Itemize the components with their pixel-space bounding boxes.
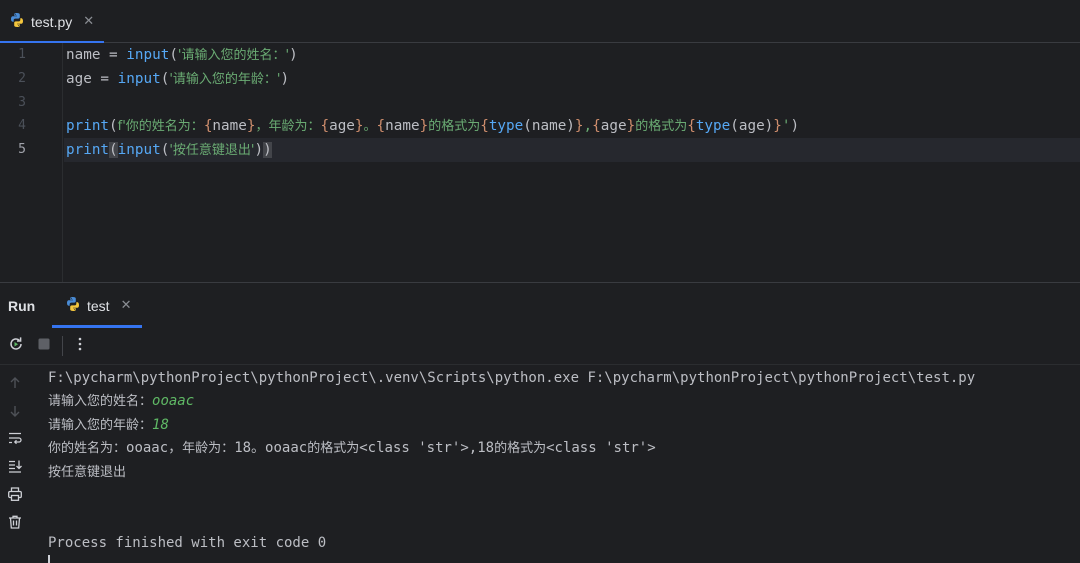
scroll-to-end-button[interactable] — [5, 458, 25, 478]
more-options-button[interactable] — [70, 336, 90, 356]
run-toolbar — [0, 327, 1080, 365]
clear-all-button[interactable] — [5, 514, 25, 534]
python-file-icon — [9, 12, 25, 32]
console-line-name-prompt: 请输入您的姓名：ooaac — [48, 393, 195, 409]
code-line-1[interactable]: name = input('请输入您的姓名：') — [66, 43, 298, 67]
scroll-to-end-icon — [7, 458, 23, 478]
arrow-down-icon — [8, 403, 22, 422]
stop-icon — [36, 336, 52, 356]
line-number: 4 — [18, 118, 26, 133]
run-tab-test[interactable]: test ✕ — [52, 283, 142, 328]
console-caret — [48, 555, 50, 563]
editor-tab-bar: test.py ✕ — [0, 0, 1080, 44]
run-panel-title: Run — [8, 298, 36, 314]
console-process-finished: Process finished with exit code 0 — [48, 535, 327, 551]
console-line-exit-prompt: 按任意键退出 — [48, 465, 127, 480]
code-editor[interactable]: 1 2 3 4 5 name = input('请输入您的姓名：') age =… — [0, 43, 1080, 282]
line-number: 2 — [18, 71, 26, 86]
rerun-button[interactable] — [6, 336, 26, 356]
soft-wrap-icon — [7, 430, 23, 450]
console-command-line: F:\pycharm\pythonProject\pythonProject\.… — [48, 370, 976, 386]
print-button[interactable] — [5, 486, 25, 506]
print-icon — [7, 486, 23, 506]
code-line-5[interactable]: print(input('按任意键退出')) — [66, 138, 272, 162]
console-side-toolbar — [0, 365, 32, 563]
console-user-input: 18 — [152, 417, 169, 433]
run-tab-label: test — [87, 297, 110, 314]
close-icon[interactable]: ✕ — [121, 298, 132, 313]
toolbar-separator — [62, 336, 63, 356]
console-line-age-prompt: 请输入您的年龄：18 — [48, 417, 169, 433]
python-file-icon — [65, 296, 81, 316]
console-user-input: ooaac — [152, 393, 195, 409]
editor-tab-test-py[interactable]: test.py ✕ — [0, 0, 104, 44]
stop-button[interactable] — [34, 336, 54, 356]
trash-icon — [7, 514, 23, 534]
soft-wrap-button[interactable] — [5, 430, 25, 450]
next-occurrence-button[interactable] — [5, 402, 25, 422]
line-number-current: 5 — [18, 142, 26, 157]
line-number: 3 — [18, 95, 26, 110]
close-icon[interactable]: ✕ — [83, 14, 94, 29]
line-number: 1 — [18, 47, 26, 62]
more-vertical-icon — [72, 336, 88, 356]
console-line-result: 你的姓名为：ooaac，年龄为：18。ooaac的格式为<class 'str'… — [48, 440, 656, 456]
previous-occurrence-button[interactable] — [5, 374, 25, 394]
code-line-2[interactable]: age = input('请输入您的年龄：') — [66, 67, 289, 91]
code-line-4[interactable]: print(f'你的姓名为：{name}，年龄为：{age}。{name}的格式… — [66, 114, 799, 138]
editor-tab-label: test.py — [31, 13, 73, 30]
run-console-output[interactable]: F:\pycharm\pythonProject\pythonProject\.… — [48, 365, 1080, 563]
rerun-icon — [7, 335, 25, 357]
arrow-up-icon — [8, 375, 22, 394]
line-number-gutter: 1 2 3 4 5 — [0, 43, 63, 282]
run-tool-window-header: Run test ✕ — [0, 282, 1080, 328]
